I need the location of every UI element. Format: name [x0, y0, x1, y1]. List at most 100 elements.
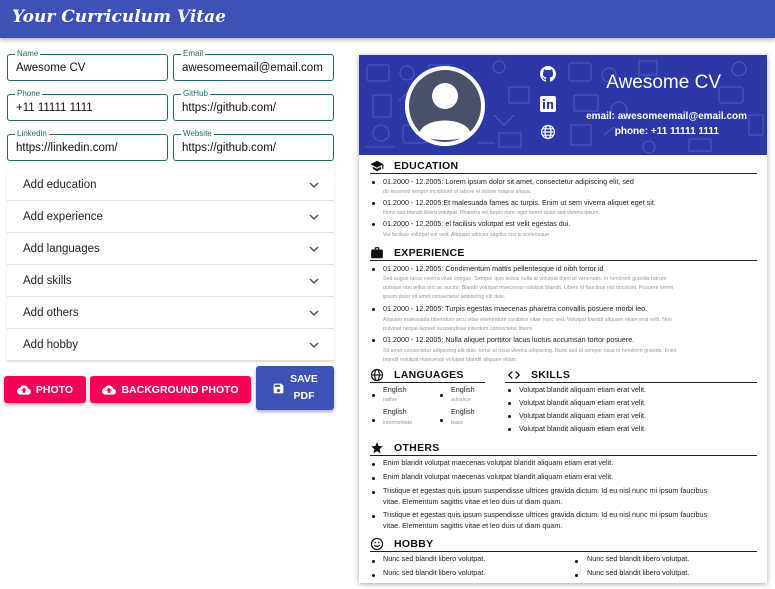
save-pdf-button[interactable]: SAVE PDF: [256, 366, 334, 410]
hobby-item: Nunc sed blandit libero volutpat.: [587, 554, 690, 563]
website-value: https://github.com/: [182, 142, 276, 154]
github-field[interactable]: GitHub https://github.com/: [173, 89, 334, 121]
accordion-education[interactable]: Add education: [7, 169, 334, 201]
divider: [370, 260, 757, 261]
accordion-languages[interactable]: Add languages: [7, 233, 334, 265]
chevron-down-icon: [309, 246, 319, 253]
star-icon: [371, 442, 383, 454]
divider: [370, 382, 485, 383]
name-field[interactable]: Name Awesome CV: [7, 49, 168, 81]
experience-desc: Sit amet consectetur adipiscing elit dui…: [383, 348, 677, 354]
others-item: Enim blandit volutpat maecenas volutpat …: [383, 472, 614, 481]
divider: [370, 173, 757, 174]
bullet: [372, 223, 375, 226]
phone-value: +11 11111 1111: [16, 102, 93, 114]
education-item: 01.2000 - 12.2005:Et malesuada fames ac …: [383, 198, 656, 207]
bullet: [372, 560, 375, 563]
save-icon: [273, 383, 284, 393]
background-photo-button[interactable]: BACKGROUND PHOTO: [90, 376, 251, 403]
others-title: OTHERS: [394, 442, 440, 454]
language-name: English: [383, 385, 407, 394]
chevron-down-icon: [309, 342, 319, 349]
bullet: [440, 394, 443, 397]
cv-name: Awesome CV: [606, 72, 721, 93]
linkedin-label: Linkedin: [15, 129, 49, 139]
education-desc: Nunc sed blandit libero volutpat. Pharet…: [383, 210, 600, 216]
bullet: [372, 394, 375, 397]
education-item: 01.2000 - 12.2005: Lorem ipsum dolor sit…: [383, 177, 634, 186]
experience-item: 01.2000 - 12.2005: Turpis egestas maecen…: [383, 304, 648, 313]
skill-item: Volutpat blandit aliquam etiam erat veli…: [519, 424, 647, 433]
person-icon: [405, 66, 485, 146]
bullet: [372, 181, 375, 184]
cv-preview: Awesome CV email: awesomeemail@email.com…: [359, 55, 767, 583]
language-globe-icon: [370, 368, 384, 382]
save-pdf-line2: PDF: [293, 390, 315, 402]
linkedin-field[interactable]: Linkedin https://linkedin.com/: [7, 129, 168, 161]
email-field[interactable]: Email awesomeemail@email.com: [173, 49, 334, 81]
linkedin-value: https://linkedin.com/: [16, 142, 118, 154]
experience-desc: quisque non tellus orci ac auctor. Bland…: [383, 285, 674, 291]
accordion-label: Add skills: [23, 275, 72, 287]
bullet: [508, 389, 511, 392]
photo-button[interactable]: PHOTO: [4, 376, 86, 403]
globe-icon: [540, 124, 556, 140]
experience-desc: blandit volutpat maecenas volutpat bland…: [383, 357, 518, 363]
experience-item: 01.2000 - 12.2005: Nulla aliquet porttit…: [383, 335, 635, 344]
skill-item: Volutpat blandit aliquam etiam erat veli…: [519, 411, 647, 420]
others-item-cont: vitae. Elementum sagittis vitae et leo d…: [383, 497, 563, 506]
accordion-experience[interactable]: Add experience: [7, 201, 334, 233]
name-value: Awesome CV: [16, 62, 86, 74]
cloud-upload-icon: [16, 384, 31, 395]
others-item-cont: vitae. Elementum sagittis vitae et leo d…: [383, 521, 563, 530]
chevron-down-icon: [309, 182, 319, 189]
accordion-skills[interactable]: Add skills: [7, 265, 334, 297]
accordion-label: Add hobby: [23, 339, 78, 351]
bullet: [508, 402, 511, 405]
others-item: Tristique et egestas quis ipsum suspendi…: [383, 510, 708, 519]
chevron-down-icon: [309, 278, 319, 285]
chevron-down-icon: [309, 214, 319, 221]
bullet: [372, 308, 375, 311]
bullet: [372, 463, 375, 466]
experience-desc: pulvinar neque laoreet suspendisse inter…: [383, 326, 534, 332]
accordion-hobby[interactable]: Add hobby: [7, 329, 334, 361]
language-level: intermediate: [383, 420, 413, 426]
cv-phone: phone: +11 11111 1111: [614, 126, 719, 137]
bullet: [508, 428, 511, 431]
bullet: [372, 268, 375, 271]
language-level: advance: [451, 397, 472, 403]
bullet: [575, 560, 578, 563]
name-label: Name: [15, 49, 41, 59]
hobby-item: Nunc sed blandit libero volutpat.: [383, 568, 486, 577]
language-name: English: [383, 407, 407, 416]
experience-item: 01.2000 - 12.2005: Condimentum mattis pe…: [383, 264, 604, 273]
phone-label: Phone: [15, 89, 43, 99]
bullet: [372, 515, 375, 518]
accordion-others[interactable]: Add others: [7, 297, 334, 329]
hobby-item: Nunc sed blandit libero volutpat.: [587, 568, 690, 577]
divider: [370, 551, 757, 552]
photo-button-label: PHOTO: [35, 383, 74, 396]
others-item: Enim blandit volutpat maecenas volutpat …: [383, 458, 614, 467]
phone-field[interactable]: Phone +11 11111 1111: [7, 89, 168, 121]
website-field[interactable]: Website https://github.com/: [173, 129, 334, 161]
save-pdf-label: SAVE PDF: [290, 371, 318, 405]
experience-desc: Sed augue lacus viverra vitae congue. Se…: [383, 276, 667, 282]
app-bar: Your Curriculum Vitae: [0, 0, 775, 38]
education-desc: do eiusmod tempor incididunt ut labore e…: [383, 189, 532, 195]
others-item: Tristique et egestas quis ipsum suspendi…: [383, 486, 708, 495]
code-icon: [507, 371, 521, 379]
bullet: [508, 415, 511, 418]
experience-desc: ipsum dolor sit amet consectetur adipisc…: [383, 294, 506, 300]
language-name: English: [451, 385, 475, 394]
bullet: [372, 574, 375, 577]
linkedin-icon: [540, 96, 556, 112]
language-level: basic: [451, 420, 464, 426]
languages-title: LANGUAGES: [394, 369, 464, 381]
background-photo-button-label: BACKGROUND PHOTO: [121, 383, 239, 396]
divider: [505, 382, 757, 383]
github-label: GitHub: [181, 89, 210, 99]
accordion-label: Add languages: [23, 243, 100, 255]
language-name: English: [451, 407, 475, 416]
